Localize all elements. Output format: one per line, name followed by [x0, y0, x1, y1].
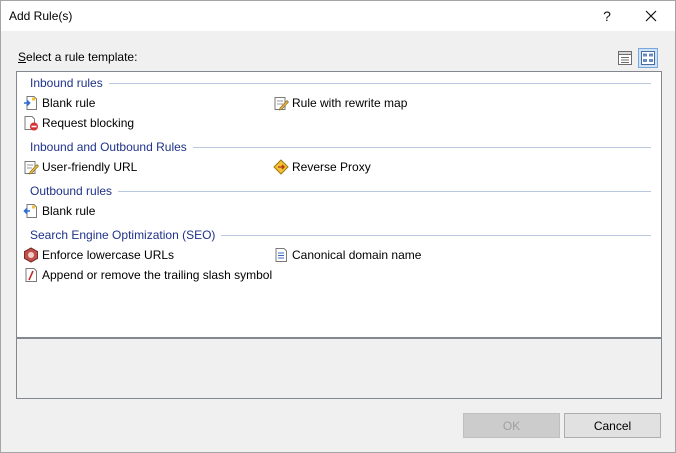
group-header-seo: Search Engine Optimization (SEO)	[30, 227, 651, 243]
group-header-label: Search Engine Optimization (SEO)	[30, 228, 216, 242]
group-header-inbound-outbound: Inbound and Outbound Rules	[30, 139, 651, 155]
group-divider	[108, 82, 651, 84]
tiles-view-icon	[641, 51, 655, 65]
rule-reverse-proxy[interactable]: Reverse Proxy	[273, 158, 371, 176]
group-divider	[192, 146, 651, 148]
rule-label: Rule with rewrite map	[292, 96, 408, 110]
inbound-blank-rule-icon	[24, 96, 37, 110]
rule-inbound-blank[interactable]: Blank rule	[23, 94, 95, 112]
group-header-label: Inbound and Outbound Rules	[30, 140, 187, 154]
help-button[interactable]: ?	[585, 1, 629, 31]
rule-enforce-lowercase[interactable]: Enforce lowercase URLs	[23, 246, 174, 264]
user-friendly-url-icon	[24, 161, 39, 175]
rule-label: Canonical domain name	[292, 248, 422, 262]
rule-rewrite-map[interactable]: Rule with rewrite map	[273, 94, 407, 112]
rule-label: Enforce lowercase URLs	[42, 248, 175, 262]
group-header-inbound: Inbound rules	[30, 75, 651, 91]
cancel-button[interactable]: Cancel	[564, 413, 661, 438]
details-view-icon	[618, 51, 632, 65]
ok-button[interactable]: OK	[463, 413, 560, 438]
rule-label: Reverse Proxy	[292, 160, 371, 174]
rule-user-friendly-url[interactable]: User-friendly URL	[23, 158, 137, 176]
add-rules-dialog: Add Rule(s) ? Select a rule template: In…	[0, 0, 676, 453]
group-divider	[221, 234, 651, 236]
group-header-outbound: Outbound rules	[30, 183, 651, 199]
trailing-slash-icon	[25, 268, 37, 282]
request-blocking-icon	[24, 116, 38, 131]
rule-canonical-domain[interactable]: Canonical domain name	[273, 246, 421, 264]
rule-trailing-slash[interactable]: Append or remove the trailing slash symb…	[23, 266, 272, 284]
details-view-button[interactable]	[615, 48, 635, 68]
group-divider	[118, 190, 651, 192]
description-panel	[16, 338, 662, 399]
group-header-label: Outbound rules	[30, 184, 113, 198]
rewrite-map-icon	[274, 97, 289, 111]
rule-templates-list[interactable]: Inbound rules Blank rule Rule with rewri…	[16, 71, 662, 338]
select-template-label: Select a rule template:	[18, 50, 138, 64]
rule-label: Blank rule	[42, 96, 96, 110]
rule-request-blocking[interactable]: Request blocking	[23, 114, 134, 132]
rule-outbound-blank[interactable]: Blank rule	[23, 202, 95, 220]
group-header-label: Inbound rules	[30, 76, 103, 90]
rule-label: Request blocking	[42, 116, 135, 130]
rule-label: Blank rule	[42, 204, 96, 218]
title-bar: Add Rule(s) ?	[1, 1, 675, 31]
dialog-title: Add Rule(s)	[9, 9, 73, 23]
rule-label: User-friendly URL	[42, 160, 138, 174]
tiles-view-button[interactable]	[638, 48, 658, 68]
close-icon	[645, 10, 657, 22]
reverse-proxy-icon	[273, 159, 289, 175]
canonical-domain-icon	[275, 248, 287, 262]
rule-label: Append or remove the trailing slash symb…	[42, 268, 273, 282]
outbound-blank-rule-icon	[23, 204, 37, 218]
enforce-lowercase-icon	[24, 247, 38, 263]
close-button[interactable]	[629, 1, 673, 31]
